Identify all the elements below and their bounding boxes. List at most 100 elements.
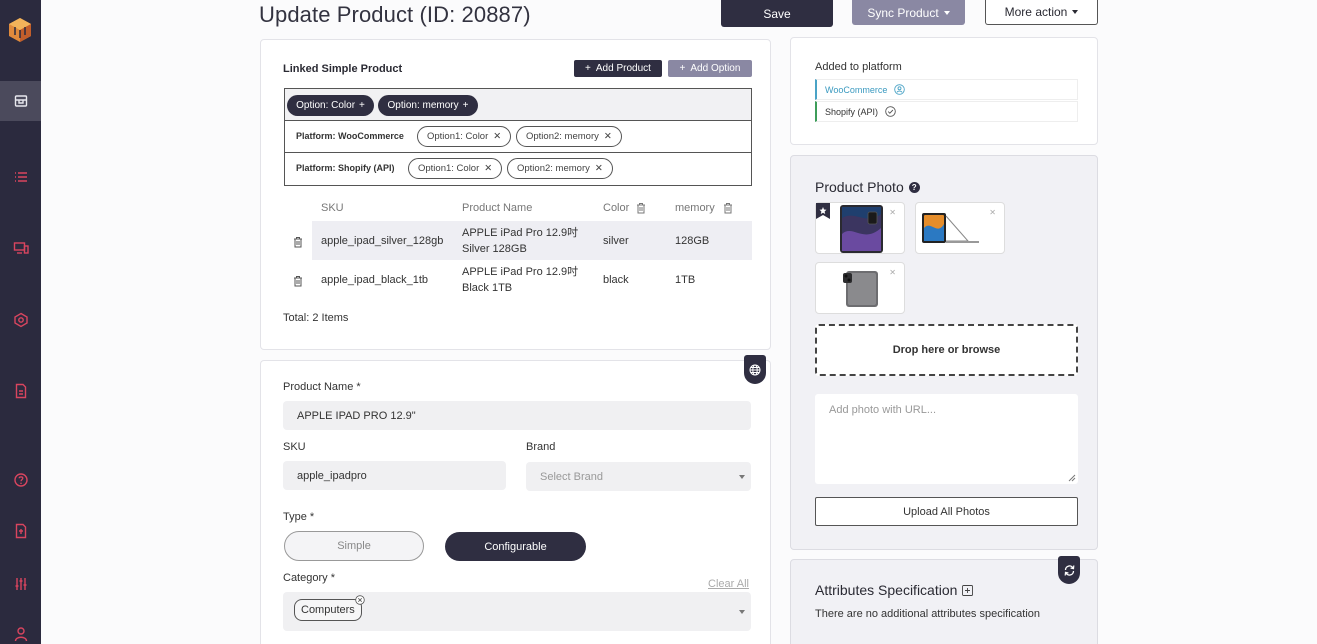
type-configurable-button[interactable]: Configurable bbox=[445, 532, 586, 561]
sidebar-item-channels[interactable] bbox=[0, 228, 41, 268]
globe-icon bbox=[749, 364, 761, 375]
row-name-line2: Silver 128GB bbox=[462, 243, 527, 255]
ipad-keyboard-photo bbox=[922, 213, 979, 243]
table-row[interactable]: apple_ipad_silver_128gb APPLE iPad Pro 1… bbox=[312, 221, 752, 260]
chevron-down-icon bbox=[943, 10, 950, 15]
trash-icon[interactable] bbox=[636, 202, 646, 214]
platform-option-label: Option2: memory bbox=[526, 131, 599, 142]
sidebar-item-adjust[interactable] bbox=[0, 564, 41, 604]
sidebar-item-files[interactable] bbox=[0, 511, 41, 551]
trash-icon[interactable] bbox=[293, 275, 303, 287]
type-simple-button[interactable]: Simple bbox=[284, 531, 424, 561]
platform-label: Platform: Shopify (API) bbox=[296, 163, 395, 173]
trash-icon[interactable] bbox=[723, 202, 733, 214]
photo-url-input[interactable]: Add photo with URL... bbox=[815, 394, 1078, 484]
resize-handle-icon[interactable] bbox=[1067, 473, 1076, 482]
platform-item-shopify[interactable]: Shopify (API) bbox=[815, 101, 1078, 122]
trash-icon[interactable] bbox=[293, 236, 303, 248]
platform-option-chip[interactable]: Option1: Color ✕ bbox=[408, 158, 503, 179]
remove-photo-icon[interactable]: ✕ bbox=[889, 208, 896, 217]
close-icon[interactable]: ✕ bbox=[595, 163, 603, 174]
product-photo-title-text: Product Photo bbox=[815, 179, 904, 195]
platform-name: Shopify (API) bbox=[825, 106, 879, 117]
platform-option-chip[interactable]: Option1: Color ✕ bbox=[417, 126, 512, 147]
platform-option-label: Option1: Color bbox=[418, 163, 480, 174]
ipad-back-photo bbox=[843, 271, 878, 307]
total-items: Total: 2 Items bbox=[283, 312, 349, 324]
row-name-line1: APPLE iPad Pro 12.9吋 bbox=[462, 266, 579, 278]
help-icon bbox=[13, 473, 28, 487]
platform-name: WooCommerce bbox=[825, 84, 888, 95]
sidebar-item-help[interactable] bbox=[0, 460, 41, 500]
help-icon[interactable]: ? bbox=[908, 181, 920, 193]
plus-icon: + bbox=[359, 100, 365, 111]
add-product-label: Add Product bbox=[595, 63, 651, 74]
chevron-down-icon bbox=[1072, 10, 1079, 14]
app-logo-icon[interactable] bbox=[6, 16, 34, 44]
photo-drop-zone[interactable]: Drop here or browse bbox=[815, 324, 1078, 376]
user-icon bbox=[14, 627, 27, 642]
add-product-button[interactable]: + Add Product bbox=[574, 60, 662, 77]
row-name-line2: Black 1TB bbox=[462, 282, 513, 294]
chevron-down-icon bbox=[739, 475, 745, 479]
close-icon[interactable] bbox=[355, 595, 365, 605]
row-name-line1: APPLE iPad Pro 12.9吋 bbox=[462, 227, 579, 239]
attributes-empty-text: There are no additional attributes speci… bbox=[815, 608, 1041, 620]
remove-photo-icon[interactable]: ✕ bbox=[889, 268, 896, 277]
column-header-sku: SKU bbox=[321, 202, 344, 214]
close-icon[interactable]: ✕ bbox=[604, 131, 612, 142]
row-color: silver bbox=[603, 235, 629, 247]
sync-product-label: Sync Product bbox=[867, 5, 939, 20]
photo-thumbnail[interactable]: ✕ bbox=[915, 202, 1005, 254]
category-chip[interactable]: Computers bbox=[294, 599, 362, 621]
more-action-button[interactable]: More action bbox=[985, 0, 1098, 25]
brand-label: Brand bbox=[526, 441, 556, 453]
product-photo-card: Product Photo ? ✕ ✕ ✕ Drop here or brows… bbox=[790, 155, 1098, 550]
save-button[interactable]: Save bbox=[721, 0, 833, 27]
photo-thumbnail[interactable]: ✕ bbox=[815, 262, 905, 314]
clear-all-link[interactable]: Clear All bbox=[708, 578, 749, 590]
close-icon[interactable]: ✕ bbox=[484, 163, 492, 174]
attributes-specification-card: Attributes Specification There are no ad… bbox=[790, 559, 1098, 644]
product-name-field[interactable]: APPLE IPAD PRO 12.9" bbox=[283, 401, 751, 430]
user-circle-icon bbox=[894, 84, 906, 95]
product-photo-title: Product Photo ? bbox=[815, 179, 920, 195]
option-chip-label: Option: Color bbox=[296, 100, 356, 111]
product-name-label: Product Name * bbox=[283, 381, 361, 393]
linked-simple-product-card: Linked Simple Product + Add Product + Ad… bbox=[260, 39, 771, 350]
sidebar-item-products[interactable] bbox=[0, 81, 41, 121]
sync-product-button[interactable]: Sync Product bbox=[852, 0, 965, 25]
platform-card-title: Added to platform bbox=[815, 61, 902, 73]
row-color: black bbox=[603, 274, 629, 286]
language-toggle[interactable] bbox=[744, 355, 766, 384]
table-row[interactable]: apple_ipad_black_1tb APPLE iPad Pro 12.9… bbox=[312, 260, 752, 299]
platform-option-chip[interactable]: Option2: memory ✕ bbox=[507, 158, 613, 179]
add-attribute-icon[interactable] bbox=[962, 584, 974, 596]
platform-option-chip[interactable]: Option2: memory ✕ bbox=[516, 126, 622, 147]
platform-item-woocommerce[interactable]: WooCommerce bbox=[815, 79, 1078, 100]
sidebar-item-account[interactable] bbox=[0, 614, 41, 644]
more-action-label: More action bbox=[1004, 5, 1068, 19]
remove-photo-icon[interactable]: ✕ bbox=[989, 208, 996, 217]
sidebar-item-reports[interactable] bbox=[0, 371, 41, 411]
brand-select-placeholder: Select Brand bbox=[540, 470, 603, 483]
sku-label: SKU bbox=[283, 441, 306, 453]
sidebar-item-settings[interactable] bbox=[0, 300, 41, 340]
options-mapping-box: Option: Color + Option: memory + Platfor… bbox=[284, 88, 752, 186]
close-icon[interactable]: ✕ bbox=[493, 131, 501, 142]
add-option-button[interactable]: + Add Option bbox=[668, 60, 752, 77]
photo-thumbnail-main[interactable]: ✕ bbox=[815, 202, 905, 254]
category-select[interactable]: Computers bbox=[283, 592, 751, 631]
option-chip-color[interactable]: Option: Color + bbox=[287, 95, 374, 116]
sidebar-item-orders[interactable] bbox=[0, 157, 41, 197]
document-icon bbox=[15, 383, 26, 399]
upload-all-photos-button[interactable]: Upload All Photos bbox=[815, 497, 1078, 526]
brand-select[interactable]: Select Brand bbox=[526, 462, 751, 491]
category-label: Category * bbox=[283, 572, 335, 584]
chevron-down-icon bbox=[739, 610, 745, 614]
refresh-attributes-button[interactable] bbox=[1058, 556, 1080, 584]
platform-label: Platform: WooCommerce bbox=[296, 131, 404, 141]
sku-field[interactable]: apple_ipadpro bbox=[283, 461, 506, 490]
platform-row-woocommerce: Platform: WooCommerce Option1: Color ✕ O… bbox=[285, 121, 751, 153]
option-chip-memory[interactable]: Option: memory + bbox=[378, 95, 478, 116]
